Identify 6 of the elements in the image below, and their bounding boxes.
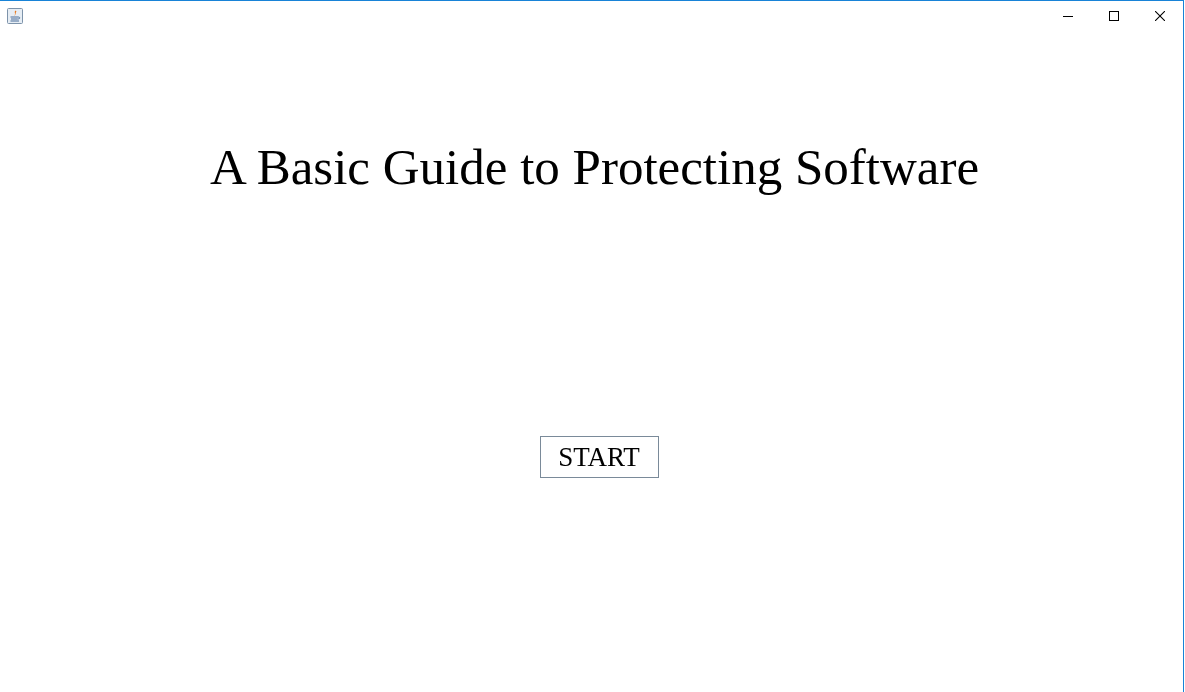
coffee-cup-icon <box>7 8 23 24</box>
minimize-icon <box>1063 15 1073 17</box>
maximize-icon <box>1109 11 1119 21</box>
page-heading: A Basic Guide to Protecting Software <box>209 142 980 193</box>
close-icon <box>1155 11 1165 21</box>
start-button[interactable]: START <box>539 436 659 478</box>
